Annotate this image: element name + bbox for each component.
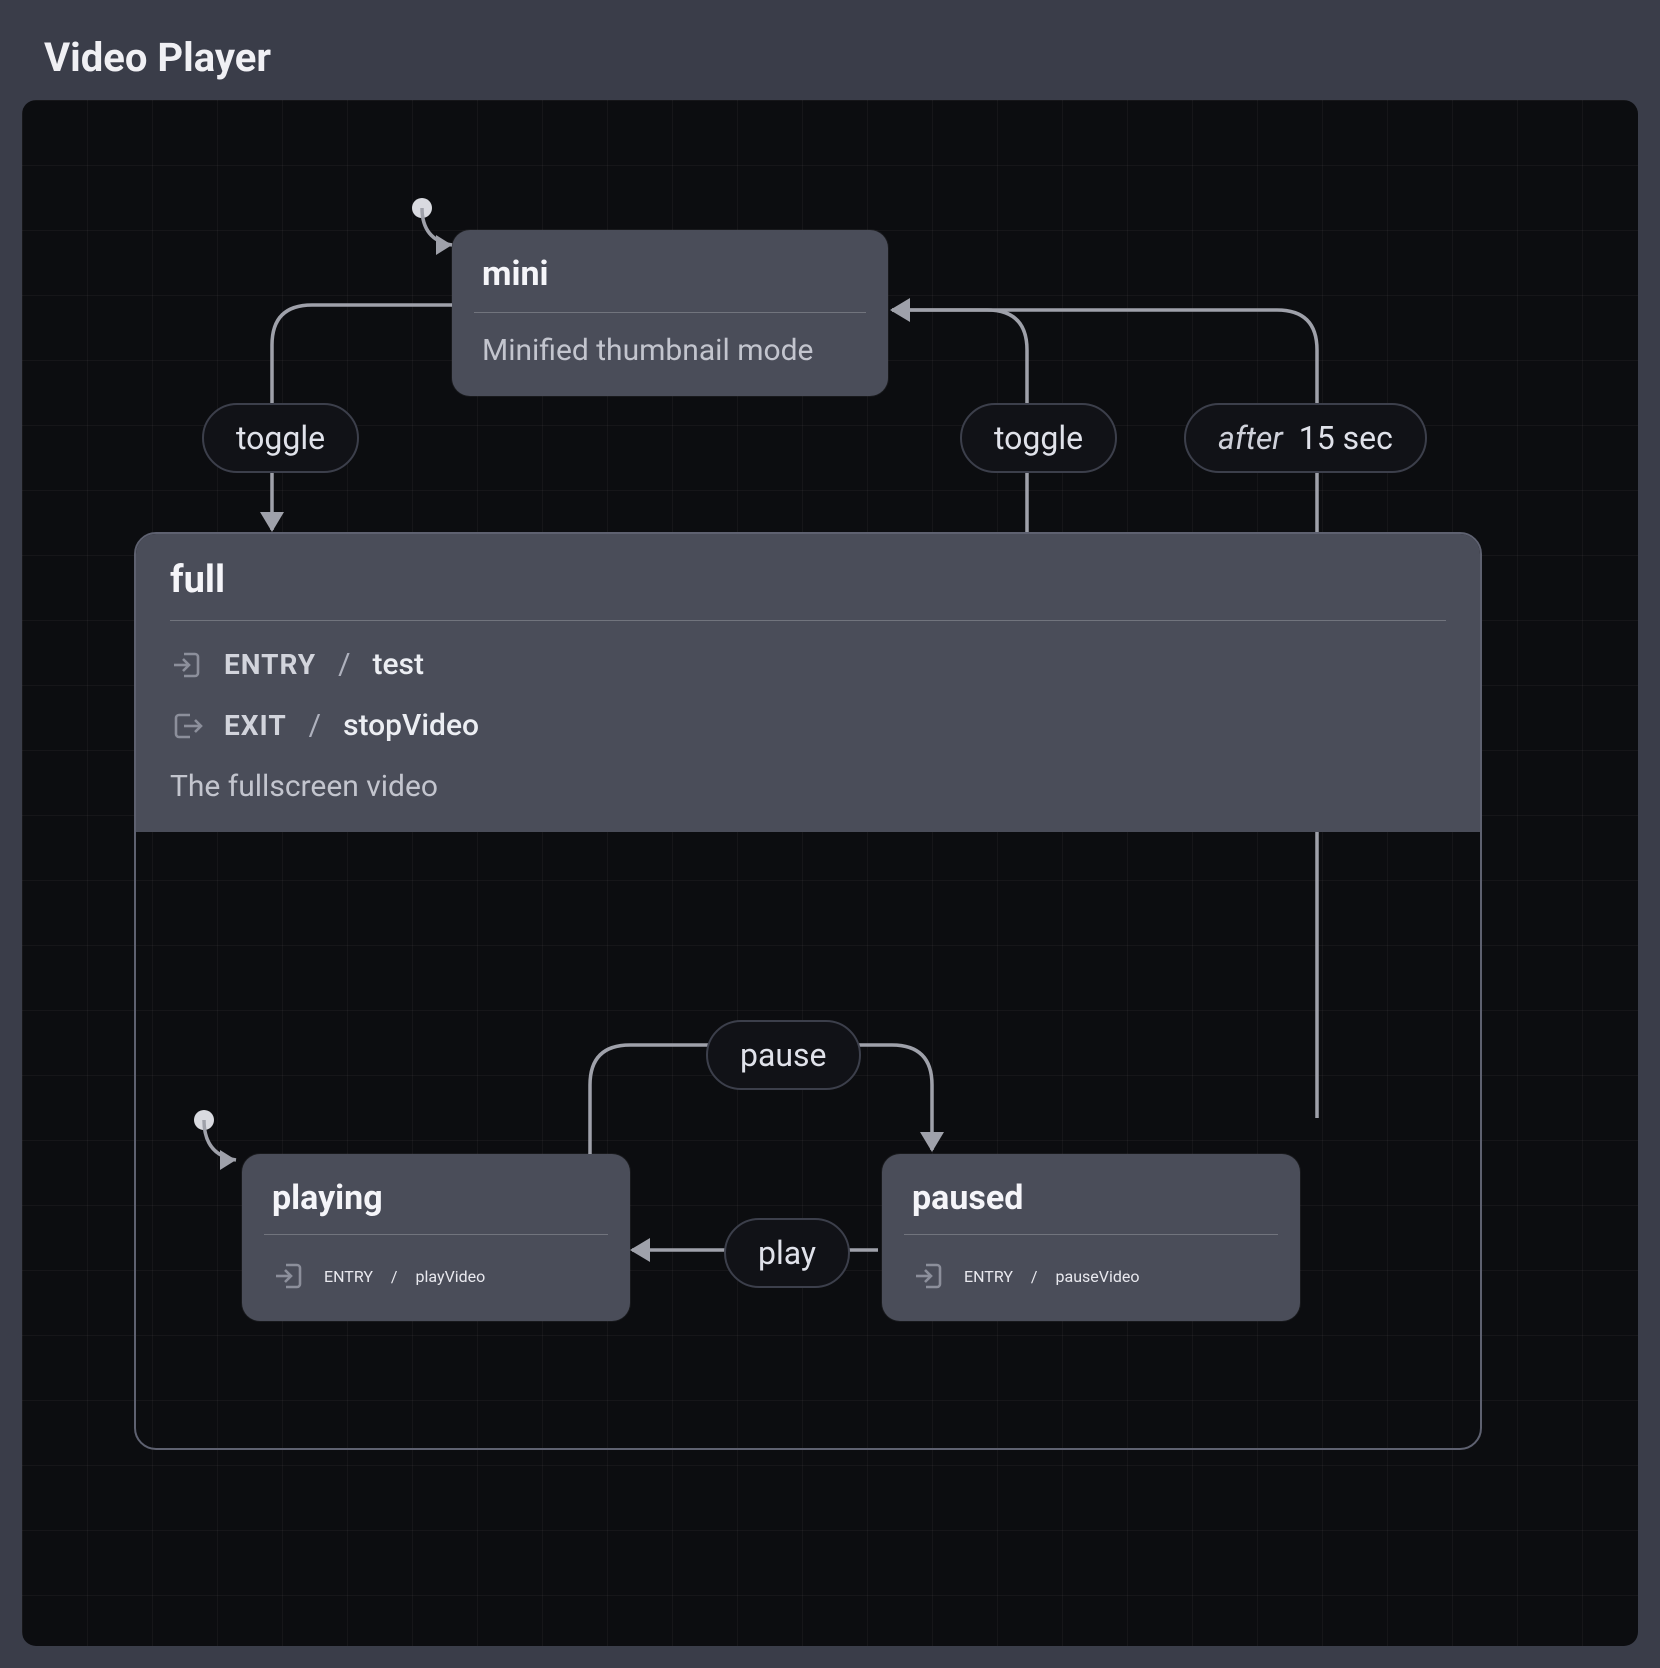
entry-keyword: ENTRY — [224, 648, 316, 681]
transition-paused-to-playing[interactable]: play — [724, 1218, 850, 1288]
state-full-title: full — [170, 558, 1446, 620]
state-full-description: The fullscreen video — [170, 743, 1446, 804]
state-mini[interactable]: mini Minified thumbnail mode — [452, 230, 888, 396]
diagram-frame: Video Player — [0, 0, 1660, 1668]
diagram-canvas[interactable]: mini Minified thumbnail mode toggle togg… — [22, 100, 1638, 1646]
state-paused-body: ENTRY / pauseVideo — [882, 1235, 1300, 1321]
entry-action: test — [372, 647, 424, 682]
state-full[interactable]: full ENTRY / test EXIT / stopVid — [134, 532, 1482, 1450]
state-playing-title: playing — [242, 1154, 630, 1234]
exit-icon — [170, 709, 204, 743]
state-full-entry-row: ENTRY / test — [170, 621, 1446, 682]
slash: / — [391, 1267, 398, 1286]
transition-label: pause — [740, 1036, 827, 1074]
entry-action: playVideo — [416, 1267, 486, 1286]
state-full-header: full ENTRY / test EXIT / stopVid — [136, 534, 1480, 832]
transition-label: play — [758, 1234, 816, 1272]
state-mini-title: mini — [452, 230, 888, 312]
slash: / — [1031, 1267, 1038, 1286]
diagram-title: Video Player — [44, 34, 271, 81]
slash: / — [336, 647, 352, 682]
transition-full-to-mini-after[interactable]: after 15 sec — [1184, 403, 1427, 473]
transition-after-keyword: after — [1218, 419, 1283, 457]
entry-icon — [170, 648, 204, 682]
state-paused[interactable]: paused ENTRY / pauseVideo — [882, 1154, 1300, 1321]
transition-mini-to-full[interactable]: toggle — [202, 403, 359, 473]
state-playing-body: ENTRY / playVideo — [242, 1235, 630, 1321]
transition-label: toggle — [994, 419, 1083, 457]
transition-label: toggle — [236, 419, 325, 457]
slash: / — [307, 708, 323, 743]
exit-keyword: EXIT — [224, 709, 287, 742]
state-full-exit-row: EXIT / stopVideo — [170, 682, 1446, 743]
transition-after-value: 15 sec — [1291, 419, 1393, 457]
entry-action: pauseVideo — [1056, 1267, 1140, 1286]
state-mini-description: Minified thumbnail mode — [452, 313, 888, 396]
entry-keyword: ENTRY — [964, 1267, 1013, 1286]
state-paused-title: paused — [882, 1154, 1300, 1234]
entry-icon — [912, 1259, 946, 1293]
exit-action: stopVideo — [343, 708, 479, 743]
entry-icon — [272, 1259, 306, 1293]
transition-playing-to-paused[interactable]: pause — [706, 1020, 861, 1090]
transition-full-to-mini-toggle[interactable]: toggle — [960, 403, 1117, 473]
entry-keyword: ENTRY — [324, 1267, 373, 1286]
state-playing[interactable]: playing ENTRY / playVideo — [242, 1154, 630, 1321]
